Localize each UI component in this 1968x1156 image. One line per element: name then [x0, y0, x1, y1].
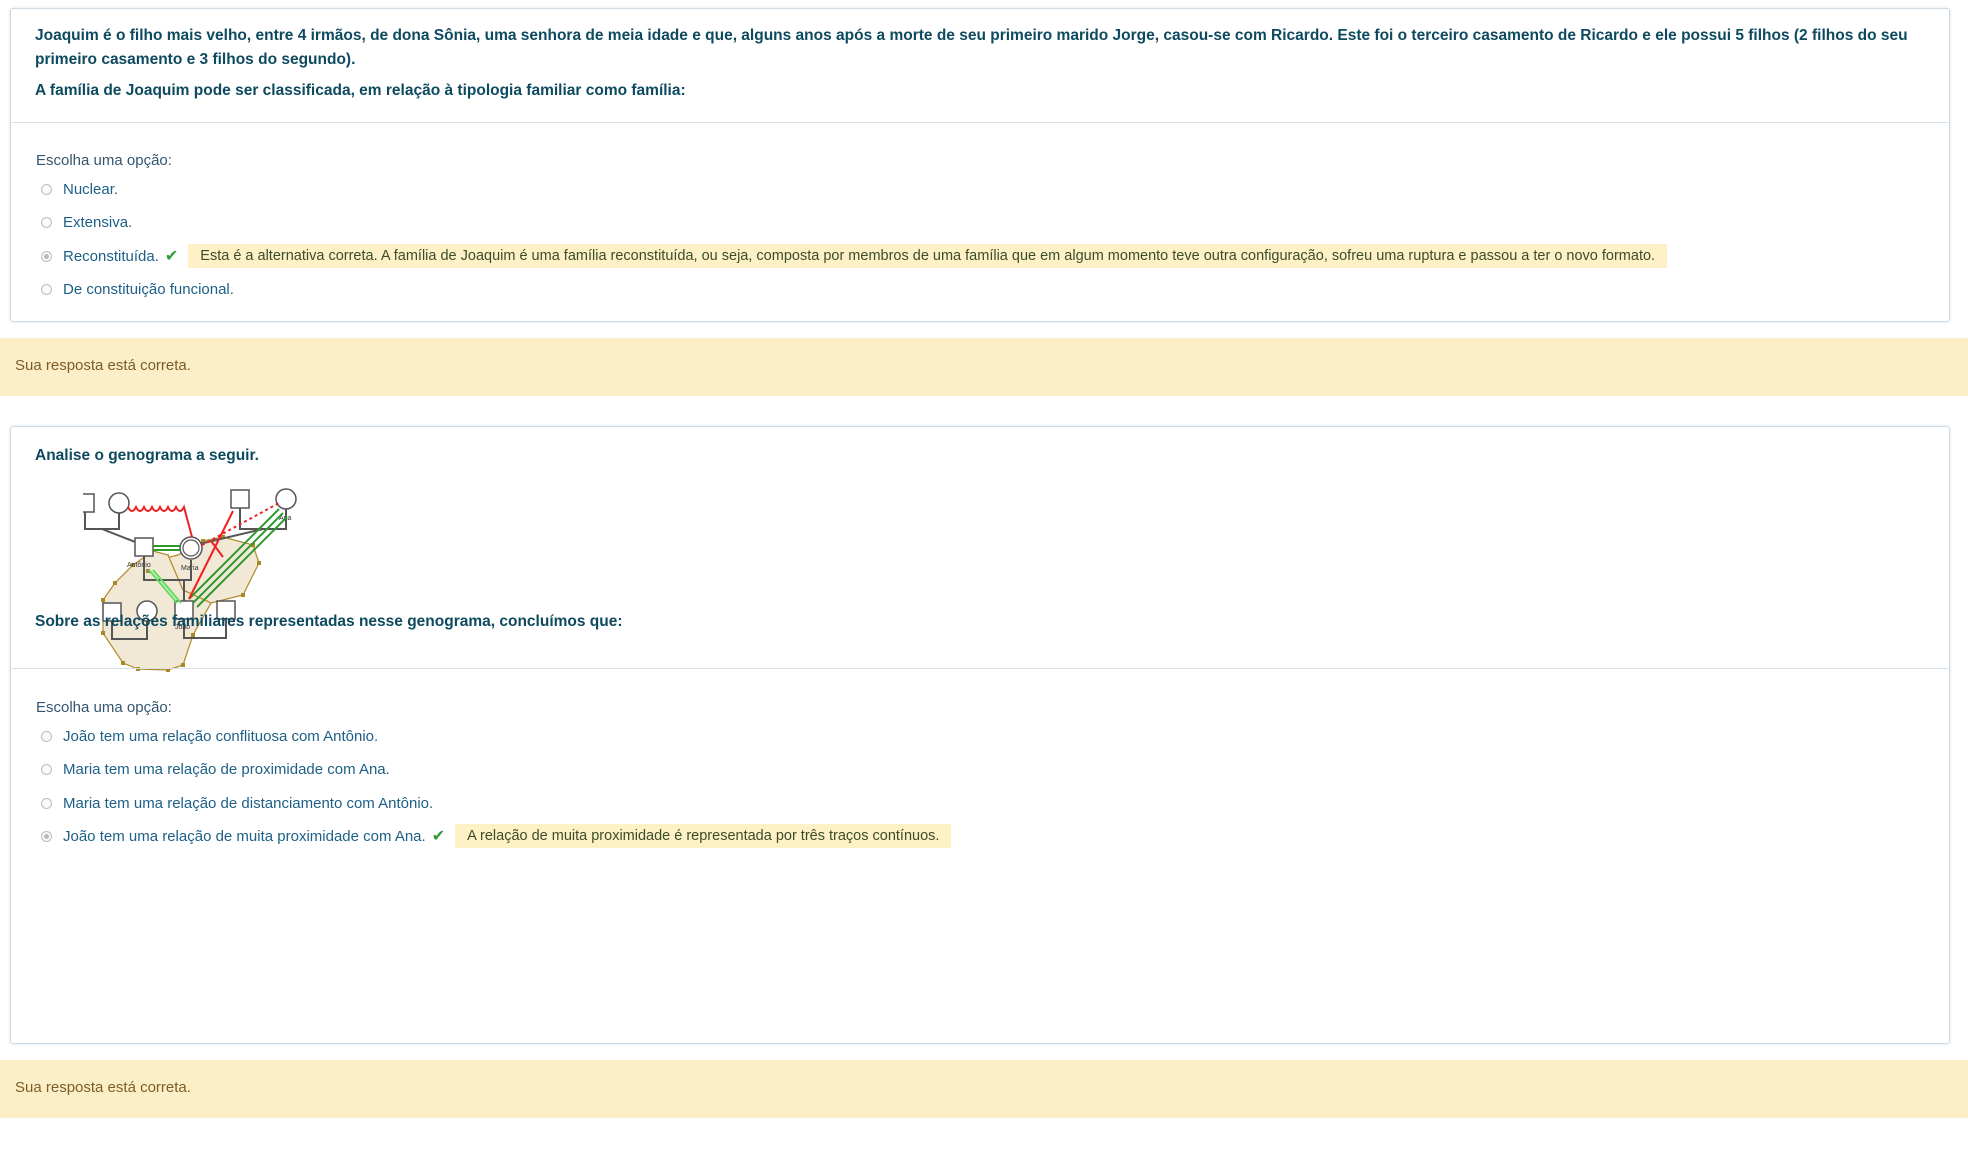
radio-button[interactable] — [41, 797, 52, 809]
result-banner-1: Sua resposta está correta. — [0, 338, 1968, 396]
option-label: De constituição funcional. — [63, 280, 234, 298]
option-label: Reconstituída. — [63, 247, 159, 265]
question-1-card: Joaquim é o filho mais velho, entre 4 ir… — [10, 8, 1950, 322]
radio-button[interactable] — [41, 183, 52, 195]
genogram-label-maria: Maria — [181, 565, 199, 572]
option-maria-proximidade-ana[interactable]: Maria tem uma relação de proximidade com… — [41, 758, 390, 780]
radio-button[interactable] — [41, 730, 52, 742]
option-label: Extensiva. — [63, 213, 133, 231]
check-icon: ✔ — [431, 828, 446, 845]
check-icon: ✔ — [164, 248, 179, 265]
option-label: João tem uma relação de muita proximidad… — [63, 827, 426, 845]
option-reconstituida[interactable]: Reconstituída. ✔ Esta é a alternativa co… — [41, 244, 1668, 268]
genogram-label-antonio: Antônio — [127, 562, 151, 569]
option-extensiva[interactable]: Extensiva. — [41, 211, 132, 233]
option-label: Nuclear. — [63, 180, 119, 198]
question-2-text: Analise o genograma a seguir. — [35, 447, 259, 464]
option-feedback: A relação de muita proximidade é represe… — [455, 824, 952, 848]
question-1-text: Joaquim é o filho mais velho, entre 4 ir… — [35, 27, 1908, 68]
option-label: Maria tem uma relação de distanciamento … — [63, 794, 434, 812]
option-label: João tem uma relação conflituosa com Ant… — [63, 727, 379, 745]
option-joao-muita-proximidade-ana[interactable]: João tem uma relação de muita proximidad… — [41, 824, 952, 848]
radio-button[interactable] — [41, 216, 52, 228]
question-2-card: Analise o genograma a seguir. Antônio Ma… — [10, 426, 1950, 1044]
genogram-image: Antônio Maria João Ana — [83, 488, 297, 672]
option-maria-distanciamento-antonio[interactable]: Maria tem uma relação de distanciamento … — [41, 792, 433, 814]
question-1-prompt-question: A família de Joaquim pode ser classifica… — [35, 82, 686, 99]
option-feedback: Esta é a alternativa correta. A família … — [188, 244, 1668, 268]
radio-button[interactable] — [41, 763, 52, 775]
option-constituicao-funcional[interactable]: De constituição funcional. — [41, 278, 234, 300]
radio-button-selected[interactable] — [41, 830, 52, 842]
divider — [11, 122, 1949, 123]
radio-button[interactable] — [41, 283, 52, 295]
choose-option-label: Escolha uma opção: — [36, 699, 172, 716]
result-text: Sua resposta está correta. — [15, 357, 191, 374]
radio-button-selected[interactable] — [41, 250, 52, 262]
option-joao-conflituosa-antonio[interactable]: João tem uma relação conflituosa com Ant… — [41, 725, 378, 747]
result-banner-2: Sua resposta está correta. — [0, 1060, 1968, 1118]
result-text: Sua resposta está correta. — [15, 1079, 191, 1096]
divider — [11, 668, 1949, 669]
option-label: Maria tem uma relação de proximidade com… — [63, 760, 390, 778]
choose-option-label: Escolha uma opção: — [36, 152, 172, 169]
option-nuclear[interactable]: Nuclear. — [41, 178, 118, 200]
question-2-prompt-question: Sobre as relações familiares representad… — [35, 613, 623, 630]
